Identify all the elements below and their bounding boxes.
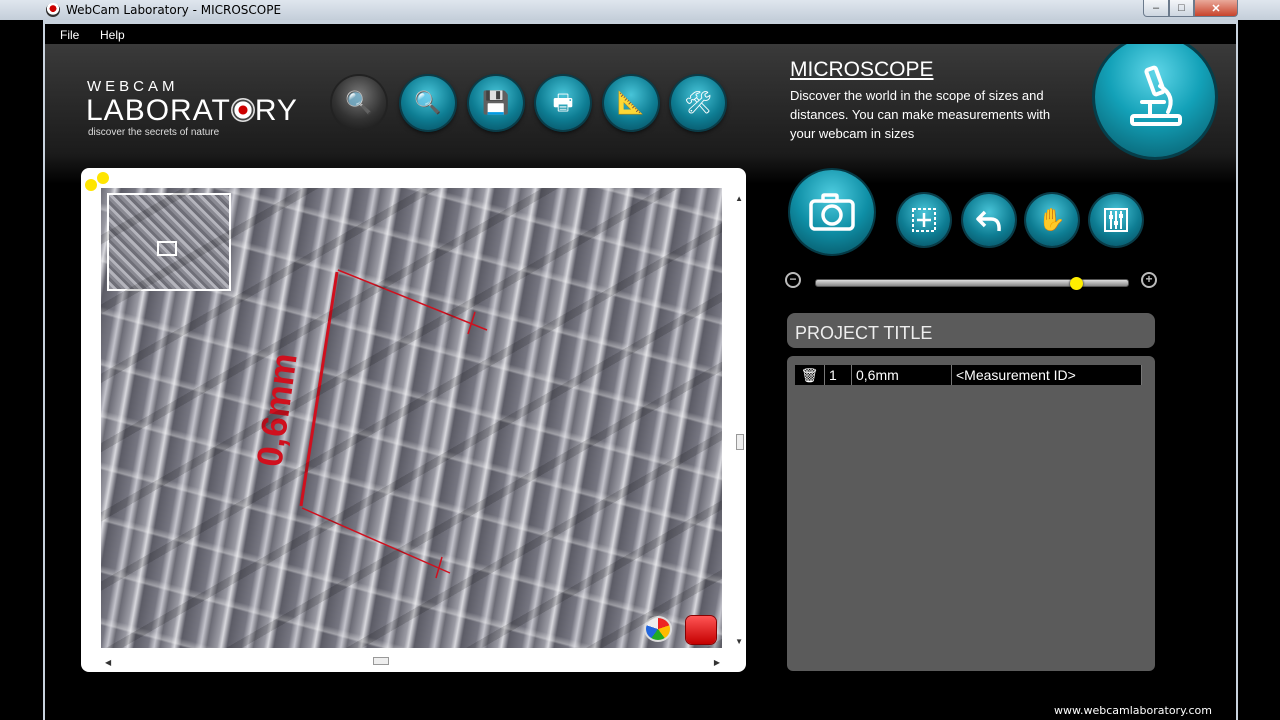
close-button[interactable]: ✕ xyxy=(1194,0,1238,17)
pan-button[interactable]: ✋ xyxy=(1026,194,1078,246)
measurement-list: 🗑 1 0,6mm <Measurement ID> xyxy=(787,356,1155,671)
microscope-image[interactable]: 0,6mm xyxy=(101,188,722,648)
app-client-area: WEBCAM LABORAT RY discover the secrets of… xyxy=(45,44,1236,700)
logo-tagline: discover the secrets of nature xyxy=(88,127,220,138)
measurement-index: 1 xyxy=(825,365,852,385)
project-title[interactable]: PROJECT TITLE xyxy=(787,313,1155,348)
measurement-label: 0,6mm xyxy=(248,350,304,469)
page-description: Discover the world in the scope of sizes… xyxy=(790,88,1051,141)
menu-help[interactable]: Help xyxy=(100,28,125,42)
minimize-button[interactable]: – xyxy=(1143,0,1169,17)
zoom-slider-thumb[interactable] xyxy=(1069,277,1083,290)
image-tool-button[interactable]: 🔍 xyxy=(401,76,455,130)
measurement-value: 0,6mm xyxy=(852,365,952,385)
measure-tool-button[interactable]: 📐 xyxy=(604,76,658,130)
horizontal-scroll-thumb[interactable] xyxy=(373,657,389,665)
snapshot-button[interactable] xyxy=(790,170,874,254)
window-controls: – □ ✕ xyxy=(1143,0,1238,17)
printer-icon: 🖶 xyxy=(552,90,574,115)
maximize-button[interactable]: □ xyxy=(1169,0,1194,17)
capture-tool-button[interactable]: 🔍 xyxy=(332,76,386,130)
image-viewer: 0,6mm ▲ ▼ ◀ ▶ xyxy=(81,168,746,672)
website-link[interactable]: www.webcamlaboratory.com xyxy=(1054,704,1212,717)
logo: LABORAT RY xyxy=(86,94,298,128)
camera-icon xyxy=(809,193,855,231)
ruler-triangle-icon: 📐 xyxy=(617,90,645,115)
menu-file[interactable]: File xyxy=(60,28,79,42)
palette-icon[interactable] xyxy=(644,616,672,642)
logo-main-text-a: LABORAT xyxy=(86,94,231,127)
hand-move-icon: ✋ xyxy=(1038,207,1066,232)
navigator-viewport[interactable] xyxy=(157,241,177,256)
app-icon xyxy=(46,3,60,17)
zoom-out-icon[interactable]: − xyxy=(785,272,801,288)
window-title: WebCam Laboratory - MICROSCOPE xyxy=(66,3,282,17)
tools-icon: 🛠 xyxy=(684,90,712,115)
vertical-scroll-thumb[interactable] xyxy=(736,434,744,450)
viewer-marker xyxy=(85,179,97,191)
undo-icon xyxy=(976,210,1001,232)
webcam-lens-icon xyxy=(230,98,255,122)
measurement-id[interactable]: <Measurement ID> xyxy=(952,365,1142,385)
logo-main-text-b: RY xyxy=(254,94,298,127)
scroll-left-arrow[interactable]: ◀ xyxy=(105,658,111,667)
zoom-in-icon[interactable]: + xyxy=(1141,272,1157,288)
menu-bar: File Help xyxy=(45,24,1236,44)
scroll-up-arrow[interactable]: ▲ xyxy=(735,194,743,203)
floppy-disk-icon: 💾 xyxy=(482,90,510,115)
undo-button[interactable] xyxy=(963,194,1015,246)
viewer-marker xyxy=(97,172,109,184)
microscope-icon xyxy=(1130,65,1182,126)
magnifier-image-icon: 🔍 xyxy=(414,90,442,115)
magnifier-camera-icon: 🔍 xyxy=(345,90,373,115)
scroll-right-arrow[interactable]: ▶ xyxy=(714,658,720,667)
navigator-thumbnail[interactable] xyxy=(107,193,231,291)
settings-tool-button[interactable]: 🛠 xyxy=(671,76,725,130)
page-title: MICROSCOPE xyxy=(790,58,934,81)
fit-view-button[interactable] xyxy=(898,194,950,246)
sliders-icon xyxy=(1104,208,1128,232)
measurement-overlay: 0,6mm xyxy=(248,269,488,579)
microscope-mode-button[interactable] xyxy=(1095,44,1215,157)
logo-top-text: WEBCAM xyxy=(87,78,179,95)
list-item[interactable]: 🗑 1 0,6mm <Measurement ID> xyxy=(795,365,1142,385)
select-move-icon xyxy=(912,208,936,232)
trash-icon[interactable]: 🗑 xyxy=(795,365,825,385)
footer: www.webcamlaboratory.com xyxy=(45,700,1236,720)
adjust-button[interactable] xyxy=(1090,194,1142,246)
save-button[interactable]: 💾 xyxy=(469,76,523,130)
title-bar: WebCam Laboratory - MICROSCOPE – □ ✕ xyxy=(0,0,1280,20)
color-button[interactable] xyxy=(686,616,716,644)
scroll-down-arrow[interactable]: ▼ xyxy=(735,637,743,646)
print-button[interactable]: 🖶 xyxy=(536,76,590,130)
